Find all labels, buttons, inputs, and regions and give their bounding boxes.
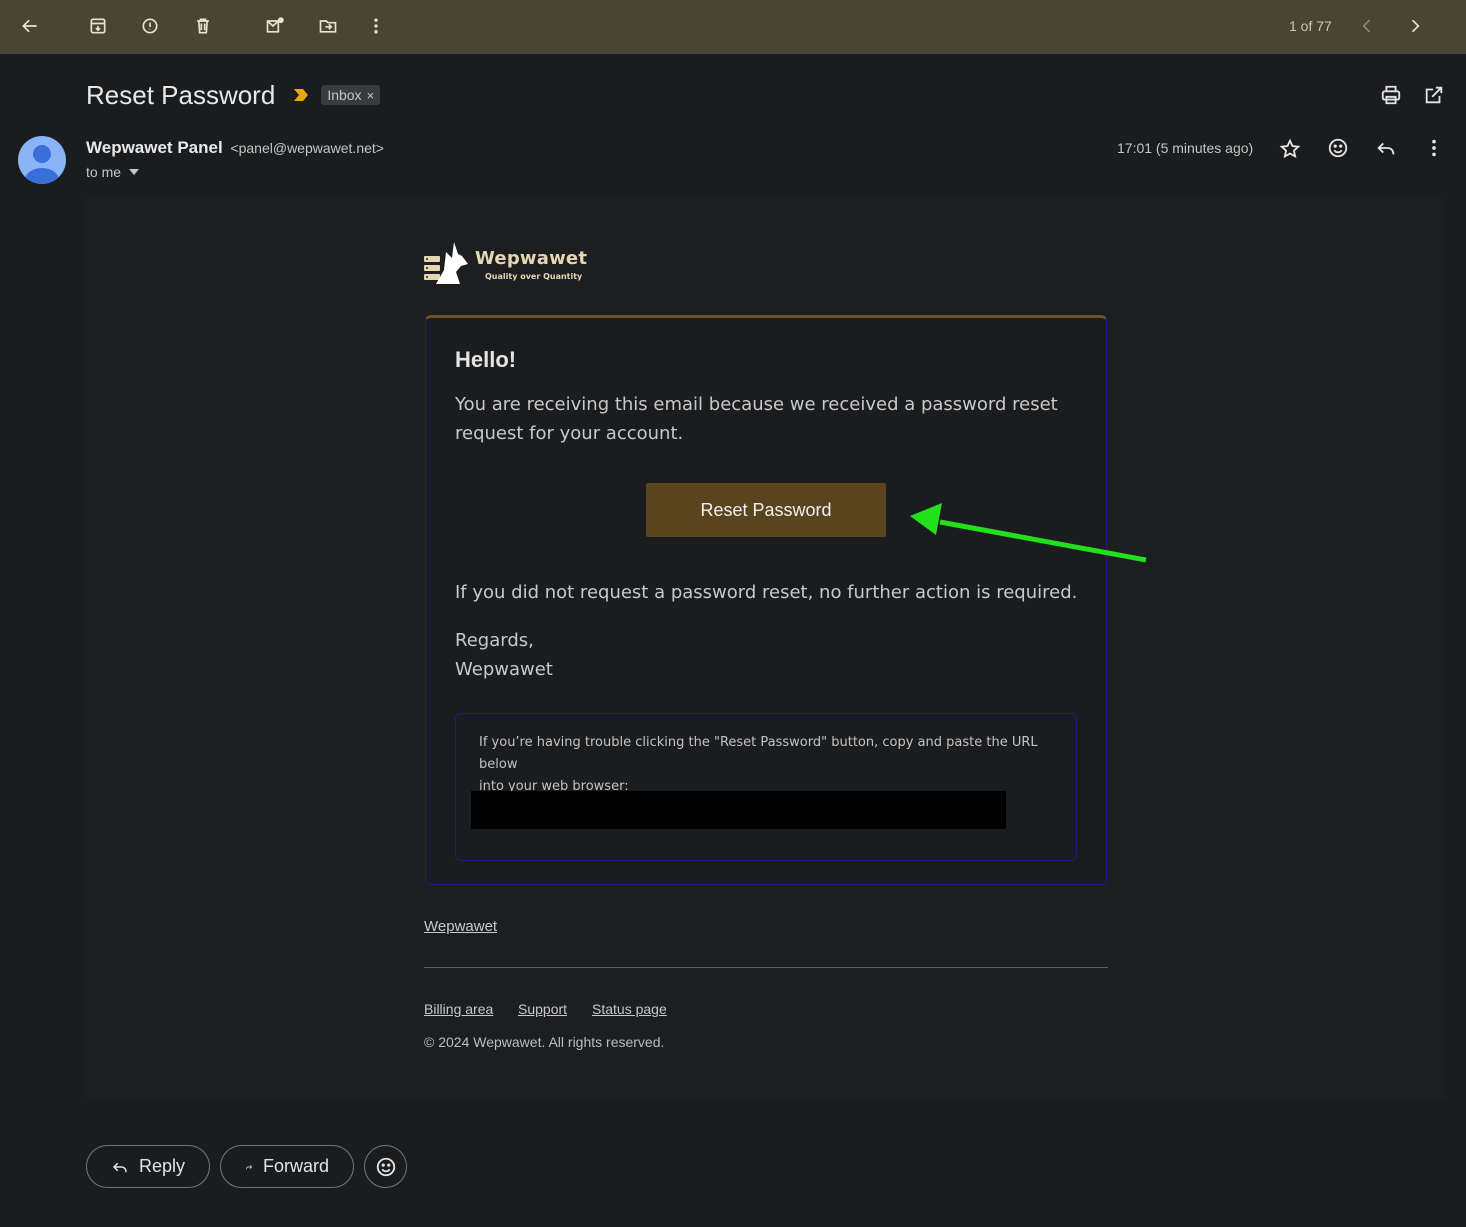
subcopy-text: If you’re having trouble clicking the "R… <box>479 732 1059 798</box>
label-chip-inbox: Inbox × <box>321 85 381 105</box>
report-spam-icon[interactable] <box>136 12 164 40</box>
reply-button[interactable]: Reply <box>86 1145 210 1188</box>
forward-label: Forward <box>262 1156 329 1176</box>
chevron-down-icon[interactable] <box>129 169 140 175</box>
toolbar: 1 of 77 <box>0 0 1466 54</box>
copyright-text: © 2024 Wepwawet. All rights reserved. <box>424 1034 665 1050</box>
reset-password-button[interactable]: Reset Password <box>646 483 886 537</box>
email-subject: Reset Password <box>86 79 276 110</box>
timestamp: 17:01 (5 minutes ago) <box>1117 140 1254 156</box>
brand-logo: Wepwawet Quality over Quantity <box>424 240 594 288</box>
emoji-reaction-icon[interactable] <box>1324 134 1352 162</box>
next-icon[interactable] <box>1401 12 1429 40</box>
sender-email: <panel@wepwawet.net> <box>230 140 384 156</box>
reply-label: Reply <box>138 1156 185 1176</box>
wolf-logo-icon <box>424 242 468 284</box>
status-page-link[interactable]: Status page <box>592 1001 667 1017</box>
open-in-new-window-icon[interactable] <box>1420 81 1448 109</box>
outro-text: If you did not request a password reset,… <box>455 582 1078 603</box>
remove-label-icon[interactable]: × <box>367 88 375 103</box>
more-icon[interactable] <box>362 12 390 40</box>
recipient-details[interactable]: to me <box>86 164 140 180</box>
subcopy-line-1: If you’re having trouble clicking the "R… <box>479 735 1038 772</box>
subject-row: Reset Password Inbox × <box>86 78 381 112</box>
reply-icon[interactable] <box>1372 134 1400 162</box>
billing-area-link[interactable]: Billing area <box>424 1001 493 1017</box>
intro-line-1: You are receiving this email because we … <box>455 394 1058 415</box>
reply-icon <box>112 1162 127 1172</box>
greeting: Hello! <box>455 347 517 372</box>
move-to-icon[interactable] <box>314 12 342 40</box>
annotation-arrow-icon <box>910 503 1147 563</box>
sender-name[interactable]: Wepwawet Panel <box>86 138 223 157</box>
emoji-icon <box>376 1157 395 1176</box>
importance-marker-icon[interactable] <box>293 88 309 102</box>
redacted-url <box>471 791 1006 829</box>
mark-unread-icon[interactable] <box>261 12 289 40</box>
subcopy-box: If you’re having trouble clicking the "R… <box>455 713 1077 861</box>
delete-icon[interactable] <box>189 12 217 40</box>
forward-icon <box>245 1164 253 1169</box>
sender-line: Wepwawet Panel <panel@wepwawet.net> <box>86 138 384 158</box>
archive-icon[interactable] <box>84 12 112 40</box>
prev-icon[interactable] <box>1353 12 1381 40</box>
logo-tagline: Quality over Quantity <box>485 272 583 281</box>
support-link[interactable]: Support <box>518 1001 567 1017</box>
intro-line-2: request for your account. <box>455 423 684 444</box>
label-chip-text: Inbox <box>327 87 362 103</box>
recipient-label: to me <box>86 164 122 180</box>
regards-text: Regards, <box>455 630 534 651</box>
footer-divider <box>424 967 1108 968</box>
more-options-icon[interactable] <box>1420 134 1448 162</box>
emoji-react-button[interactable] <box>364 1145 407 1188</box>
pager-count: 1 of 77 <box>1289 18 1332 34</box>
print-icon[interactable] <box>1377 81 1405 109</box>
avatar[interactable] <box>18 136 66 184</box>
star-icon[interactable] <box>1276 135 1304 163</box>
signature-text: Wepwawet <box>455 659 553 680</box>
forward-button[interactable]: Forward <box>220 1145 354 1188</box>
logo-wordmark: Wepwawet <box>475 248 588 269</box>
back-icon[interactable] <box>16 12 44 40</box>
footer-brand-link[interactable]: Wepwawet <box>424 918 497 935</box>
